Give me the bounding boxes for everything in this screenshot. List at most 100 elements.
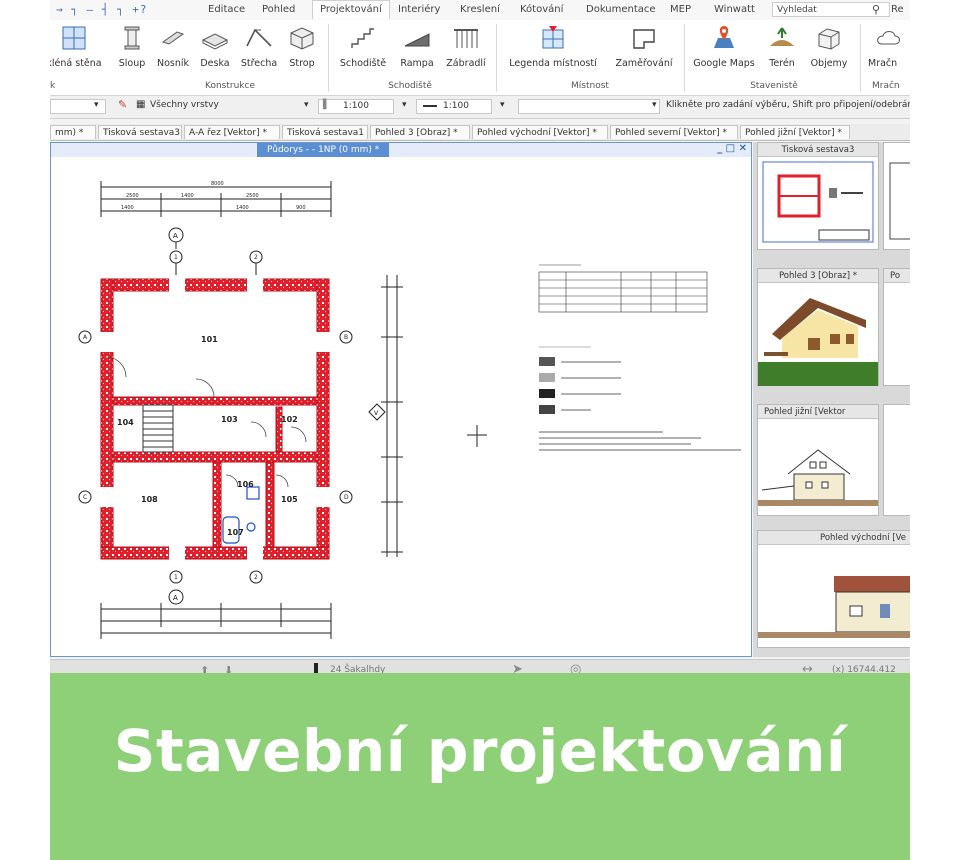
grid-label: 2 — [254, 254, 258, 261]
menu-tab-kotovani[interactable]: Kótování — [520, 4, 563, 15]
staircase-button[interactable]: Schodiště — [334, 24, 392, 69]
crosshair-cursor — [467, 425, 487, 447]
column-icon — [124, 26, 140, 50]
dimension-values: 8000 2500 1400 2500 1400 1400 900 — [121, 181, 306, 211]
preview-side-3[interactable] — [883, 404, 910, 516]
doc-tab[interactable]: mm) * — [50, 125, 96, 139]
doc-tab[interactable]: Pohled jižní [Vektor] * — [740, 125, 850, 139]
roof-label: Střecha — [240, 58, 278, 69]
bottom-dimensions — [100, 603, 332, 639]
preview-3d-view[interactable]: Pohled 3 [Obraz] * — [757, 268, 879, 386]
scale-field-2[interactable]: 1:100 — [416, 99, 492, 114]
preview-east-view[interactable]: Pohled východní [Ve — [757, 530, 910, 648]
menu-tab-winwatt[interactable]: Winwatt — [714, 4, 755, 15]
menu-tab-editace[interactable]: Editace — [208, 4, 245, 15]
menu-tab-mep[interactable]: MEP — [670, 4, 691, 15]
scale-field-1[interactable]: ▌ 1:100 — [318, 99, 394, 114]
beam-icon — [161, 31, 185, 45]
section-label: A — [173, 594, 178, 602]
point-cloud-button[interactable]: Mračn — [868, 24, 910, 69]
preview-print-layout[interactable]: Tisková sestava3 — [757, 142, 879, 250]
roof-button[interactable]: Střecha — [240, 24, 278, 69]
ceiling-icon — [290, 27, 314, 50]
promo-banner: Stavební projektování — [50, 673, 910, 860]
chevron-down-icon[interactable]: ▾ — [652, 100, 657, 110]
preview-south-view[interactable]: Pohled jižní [Vektor — [757, 404, 879, 516]
menu-tab-kresleni[interactable]: Kreslení — [460, 4, 500, 15]
beam-button[interactable]: Nosník — [154, 24, 192, 69]
group-label-konstrukce: Konstrukce — [205, 81, 255, 91]
ramp-button[interactable]: Rampa — [396, 24, 438, 69]
print-layout-thumbnail — [762, 161, 874, 243]
svg-text:2500: 2500 — [126, 193, 139, 199]
print-layout-thumbnail — [889, 162, 910, 240]
preview-title: Pohled 3 [Obraz] * — [758, 269, 878, 283]
preview-panel: Tisková sestava3 Pohled 3 [Obraz] * Po P… — [753, 142, 910, 657]
menu-tab-dokumentace[interactable]: Dokumentace — [586, 4, 656, 15]
volumes-button[interactable]: Objemy — [806, 24, 852, 69]
ribbon-separator — [328, 24, 329, 92]
drawing-window[interactable]: Půdorys - - 1NP (0 mm) * _ □ ✕ 8000 2500… — [50, 142, 752, 657]
drawing-window-title[interactable]: Půdorys - - 1NP (0 mm) * — [257, 143, 390, 157]
chevron-down-icon[interactable]: ▾ — [94, 100, 99, 110]
slab-button[interactable]: Deska — [196, 24, 234, 69]
menu-tab-projektovani[interactable]: Projektování — [312, 0, 390, 19]
line-width-icon: ▌ — [323, 100, 330, 110]
doc-tab[interactable]: Pohled východní [Vektor] * — [472, 125, 608, 139]
railing-button[interactable]: Zábradlí — [444, 24, 488, 69]
grid-label: 2 — [254, 574, 258, 581]
doc-tab[interactable]: Tisková sestava3 — [98, 125, 182, 139]
doc-tab[interactable]: Tisková sestava1 — [282, 125, 368, 139]
preview-title: Pohled jižní [Vektor — [758, 405, 878, 419]
grid-label: 1 — [174, 574, 178, 581]
pencil-icon[interactable]: ✎ — [118, 98, 127, 111]
terrain-label: Terén — [769, 58, 795, 69]
preview-side-2[interactable]: Po — [883, 268, 910, 386]
grid-bubbles-top — [169, 250, 263, 275]
notes-block — [539, 431, 741, 451]
house-3d-thumbnail — [758, 284, 878, 386]
column-button[interactable]: Sloup — [114, 24, 150, 69]
curtain-wall-icon — [62, 26, 86, 50]
section-label: A — [173, 232, 178, 240]
google-maps-button[interactable]: Google Maps — [688, 24, 760, 69]
drawing-window-titlebar: Půdorys - - 1NP (0 mm) * _ □ ✕ — [51, 143, 751, 157]
room-legend-button[interactable]: Legenda místností — [502, 24, 604, 69]
chevron-down-icon[interactable]: ▾ — [500, 100, 505, 110]
cloud-icon — [877, 31, 900, 45]
layer-filter-label[interactable]: Všechny vrstvy — [150, 100, 219, 110]
ribbon: kléná stěna Sloup Nosník Deska Střecha S… — [50, 20, 910, 96]
ramp-label: Rampa — [400, 58, 434, 69]
terrain-button[interactable]: Terén — [762, 24, 802, 69]
railing-icon — [454, 29, 478, 48]
doc-tab[interactable]: Pohled severní [Vektor] * — [610, 125, 738, 139]
menu-tab-interiery[interactable]: Interiéry — [398, 4, 440, 15]
grid-label: B — [344, 334, 348, 341]
ribbon-separator — [684, 24, 685, 92]
scale-value-2: 1:100 — [443, 101, 469, 111]
menu-tab-pohled[interactable]: Pohled — [262, 4, 295, 15]
survey-button[interactable]: Zaměřování — [608, 24, 680, 69]
doc-tab[interactable]: Pohled 3 [Obraz] * — [370, 125, 470, 139]
floor-plan-canvas[interactable]: 80002500 1400 2500 1400 1400 900 A 101 1… — [51, 157, 751, 657]
group-label-mracna: Mračn — [872, 81, 900, 91]
map-pin-icon — [714, 26, 734, 48]
hint-text: Klikněte pro zadání výběru, Shift pro př… — [666, 100, 910, 110]
slab-icon — [201, 33, 229, 50]
room-label: 103 — [221, 415, 238, 424]
window-controls[interactable]: _ □ ✕ — [717, 143, 747, 154]
curtain-wall-button[interactable]: kléná stěna — [50, 24, 104, 69]
ceiling-button[interactable]: Strop — [284, 24, 320, 69]
chevron-down-icon[interactable]: ▾ — [304, 100, 309, 110]
east-elevation-thumbnail — [758, 576, 910, 638]
preview-print-layout-2[interactable] — [883, 142, 910, 250]
app-window: → ┐ — ┤ ┐ +? Editace Pohled Projektování… — [50, 0, 910, 860]
doc-tab[interactable]: A-A řez [Vektor] * — [184, 125, 280, 139]
column-label: Sloup — [118, 58, 146, 69]
quick-access-toolbar[interactable]: → ┐ — ┤ ┐ +? — [56, 3, 147, 16]
volumes-label: Objemy — [810, 58, 848, 69]
selection-input[interactable] — [518, 99, 660, 114]
chevron-down-icon[interactable]: ▾ — [402, 100, 407, 110]
search-icon[interactable]: ⚲ — [872, 3, 880, 16]
group-label-staveniste: Stavenistě — [750, 81, 798, 91]
